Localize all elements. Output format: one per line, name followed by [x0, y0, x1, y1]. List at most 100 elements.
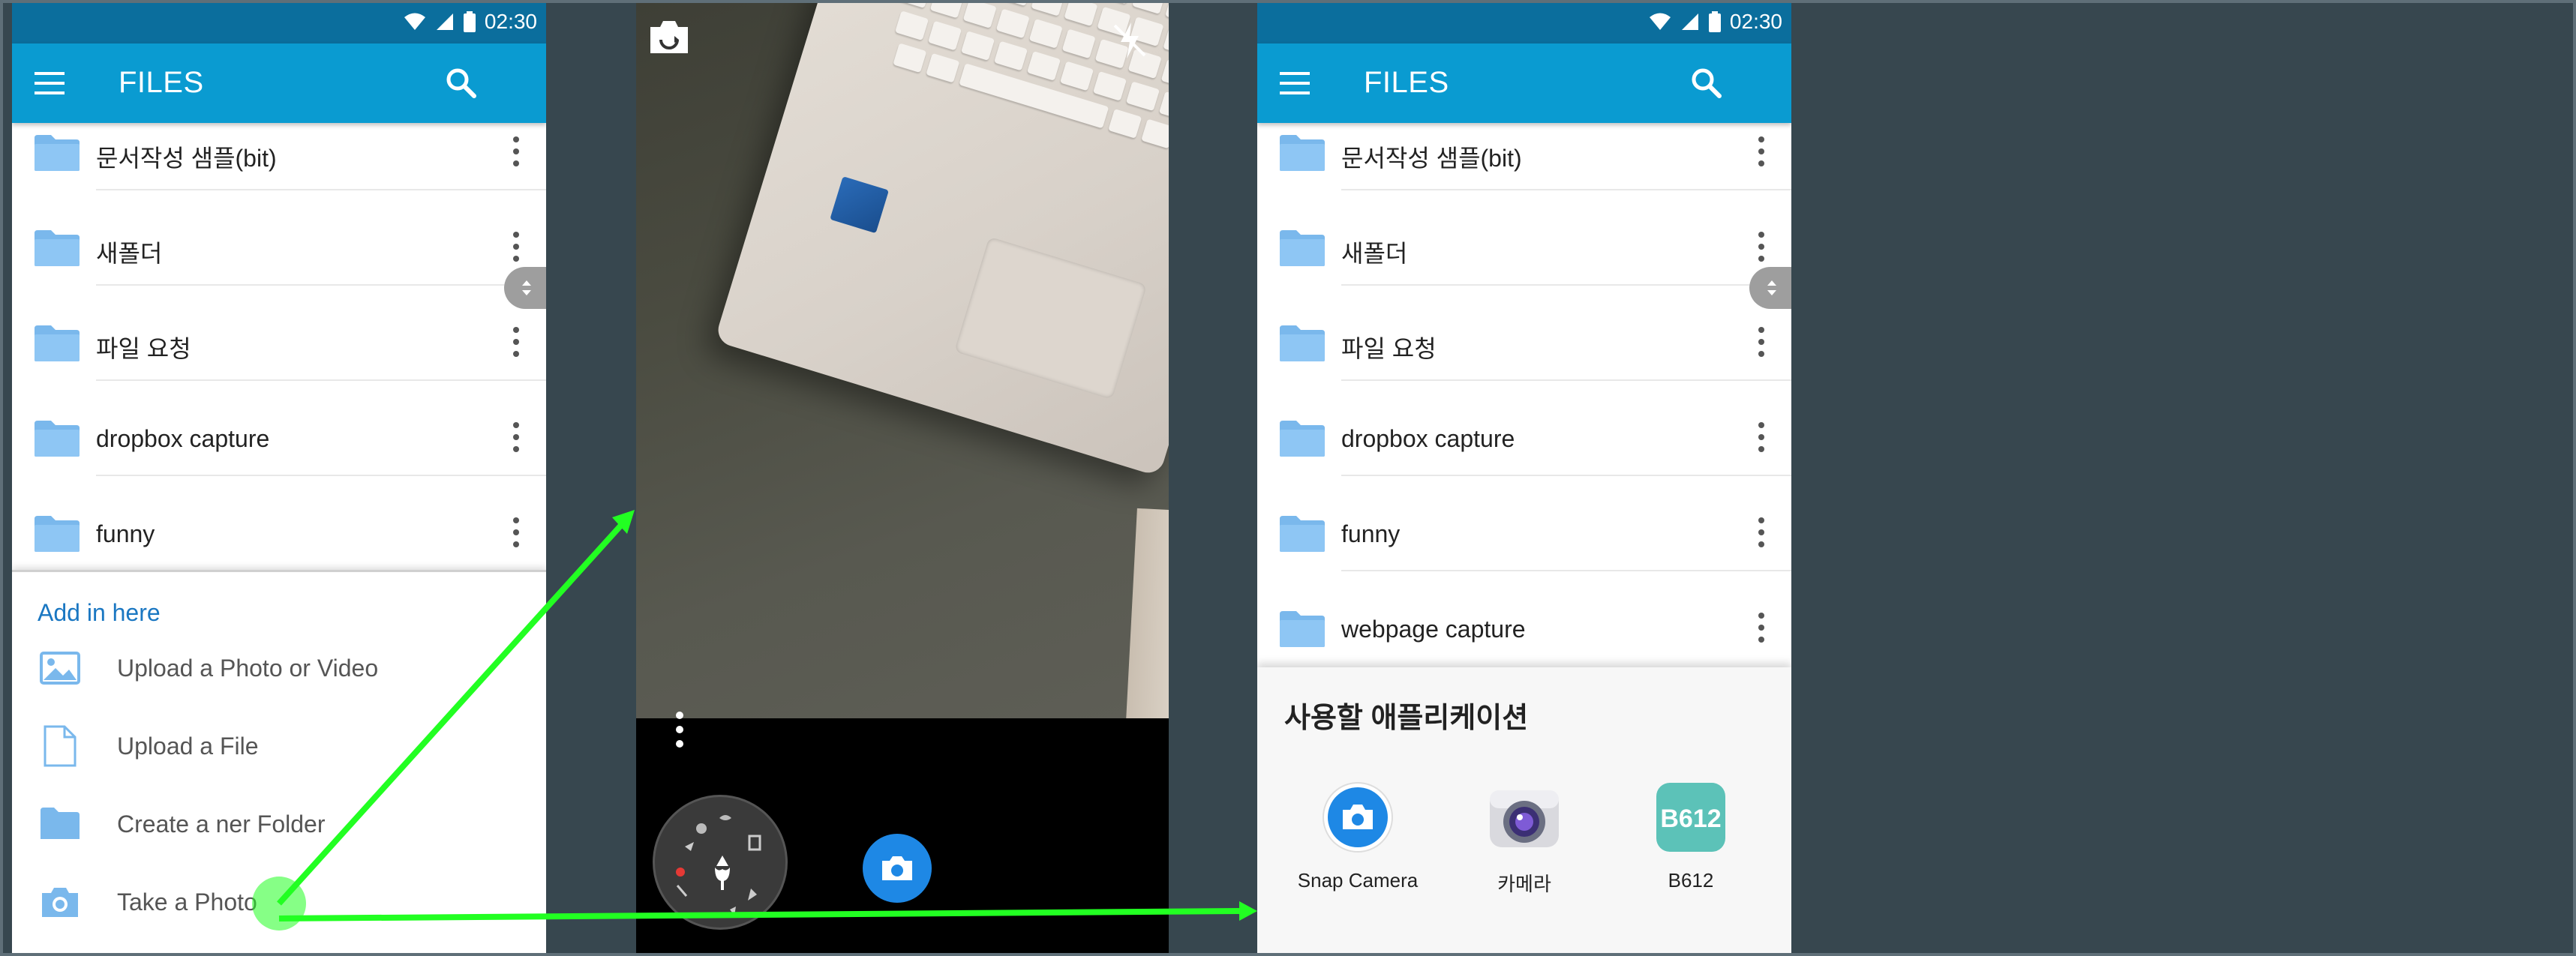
folder-row[interactable]: 새폴더 — [1257, 218, 1791, 313]
more-vert-icon[interactable] — [1755, 230, 1767, 263]
more-vert-icon[interactable] — [1755, 516, 1767, 549]
upload-photo-video-label: Upload a Photo or Video — [117, 655, 379, 682]
folder-icon — [35, 325, 80, 361]
camera-more-icon[interactable] — [675, 711, 684, 748]
create-folder-item[interactable]: Create a ner Folder — [12, 790, 546, 865]
status-bar: 02:30 — [1257, 0, 1791, 43]
app-title: FILES — [119, 66, 204, 99]
folder-icon — [1280, 516, 1325, 552]
flash-off-icon[interactable] — [1109, 19, 1151, 61]
switch-camera-icon[interactable] — [648, 18, 690, 55]
more-vert-icon[interactable] — [510, 135, 522, 168]
divider — [96, 284, 546, 286]
divider — [1341, 379, 1791, 381]
folder-icon — [41, 808, 80, 839]
app-option-snap-camera[interactable]: Snap Camera — [1275, 780, 1440, 892]
menu-icon[interactable] — [35, 72, 65, 94]
folder-name: 새폴더 — [1341, 240, 1408, 267]
svg-text:B612: B612 — [1660, 805, 1721, 833]
status-time: 02:30 — [1729, 10, 1782, 33]
folder-list: 문서작성 샘플(bit) 새폴더 파일 요청 dropbox capture f… — [1257, 123, 1791, 694]
folder-icon — [1280, 325, 1325, 361]
create-folder-label: Create a ner Folder — [117, 811, 326, 838]
sheet-heading: Add in here — [38, 599, 161, 626]
image-icon — [40, 652, 80, 685]
more-vert-icon[interactable] — [510, 421, 522, 454]
take-photo-item[interactable]: Take a Photo — [12, 868, 546, 943]
folder-icon — [35, 516, 80, 552]
dropbox-files-screen-1: 02:30 FILES 문서작성 샘플(bit) 새폴더 파일 요청 dropb… — [12, 0, 546, 956]
folder-row[interactable]: dropbox capture — [1257, 409, 1791, 504]
folder-icon — [1280, 611, 1325, 647]
file-icon — [44, 725, 77, 767]
folder-name: 문서작성 샘플(bit) — [96, 145, 277, 172]
folder-name: dropbox capture — [1341, 425, 1515, 452]
menu-icon[interactable] — [1280, 72, 1310, 94]
folder-name: webpage capture — [1341, 616, 1526, 643]
tulip-mode-icon — [676, 815, 761, 916]
folder-name: funny — [96, 520, 155, 547]
app-name: B612 — [1668, 869, 1714, 892]
more-vert-icon[interactable] — [1755, 421, 1767, 454]
folder-icon — [1280, 135, 1325, 171]
app-option-camera[interactable]: 카메라 — [1442, 780, 1607, 897]
folder-row[interactable]: funny — [1257, 504, 1791, 599]
more-vert-icon[interactable] — [1755, 611, 1767, 644]
upload-photo-video-item[interactable]: Upload a Photo or Video — [12, 634, 546, 709]
object-preview — [1125, 508, 1169, 718]
folder-icon — [35, 135, 80, 171]
search-icon[interactable] — [444, 66, 477, 99]
folder-list: 문서작성 샘플(bit) 새폴더 파일 요청 dropbox capture f… — [12, 123, 546, 599]
laptop-preview — [714, 0, 1169, 477]
app-option-b612[interactable]: B612 B612 — [1608, 780, 1773, 892]
folder-name: dropbox capture — [96, 425, 270, 452]
divider — [96, 189, 546, 190]
samsung-camera-icon — [1490, 790, 1559, 847]
battery-icon — [463, 11, 476, 32]
arrow-head — [612, 510, 635, 534]
app-name: Snap Camera — [1297, 869, 1419, 892]
arrow-head — [1239, 901, 1257, 921]
more-vert-icon[interactable] — [510, 516, 522, 549]
search-icon[interactable] — [1689, 66, 1722, 99]
more-vert-icon[interactable] — [510, 325, 522, 358]
divider — [1341, 189, 1791, 190]
app-chooser-sheet: 사용할 애플리케이션 Snap Camera 카메라 B612 B612 — [1257, 667, 1791, 956]
camera-icon — [42, 888, 78, 917]
divider — [1341, 284, 1791, 286]
app-name: 카메라 — [1497, 873, 1551, 895]
folder-row[interactable]: 문서작성 샘플(bit) — [12, 123, 546, 218]
folder-icon — [35, 421, 80, 457]
folder-name: 파일 요청 — [1341, 335, 1437, 362]
more-vert-icon[interactable] — [1755, 325, 1767, 358]
fast-scroll-handle[interactable] — [504, 267, 546, 309]
divider — [1341, 570, 1791, 571]
divider — [96, 475, 546, 476]
more-vert-icon[interactable] — [510, 230, 522, 263]
folder-name: 새폴더 — [96, 240, 163, 267]
status-time: 02:30 — [484, 10, 537, 33]
battery-icon — [1708, 11, 1721, 32]
folder-row[interactable]: 새폴더 — [12, 218, 546, 313]
fast-scroll-handle[interactable] — [1749, 267, 1791, 309]
snap-camera-icon — [1323, 782, 1393, 853]
folder-row[interactable]: 파일 요청 — [12, 313, 546, 409]
upload-file-label: Upload a File — [117, 733, 259, 760]
folder-row[interactable]: dropbox capture — [12, 409, 546, 504]
app-title: FILES — [1364, 66, 1449, 99]
shutter-button[interactable] — [863, 834, 932, 903]
folder-row[interactable]: 파일 요청 — [1257, 313, 1791, 409]
camera-mode-dial[interactable] — [653, 795, 788, 930]
signal-icon — [436, 13, 453, 30]
upload-file-item[interactable]: Upload a File — [12, 712, 546, 787]
divider — [96, 379, 546, 381]
sticker-preview — [830, 176, 889, 234]
more-vert-icon[interactable] — [1755, 135, 1767, 168]
folder-row[interactable]: 문서작성 샘플(bit) — [1257, 123, 1791, 218]
folder-icon — [1280, 421, 1325, 457]
status-bar: 02:30 — [12, 0, 546, 43]
camera-viewfinder[interactable] — [636, 0, 1169, 718]
folder-icon — [1280, 230, 1325, 266]
b612-icon: B612 — [1656, 783, 1725, 852]
chooser-title: 사용할 애플리케이션 — [1284, 703, 1529, 734]
